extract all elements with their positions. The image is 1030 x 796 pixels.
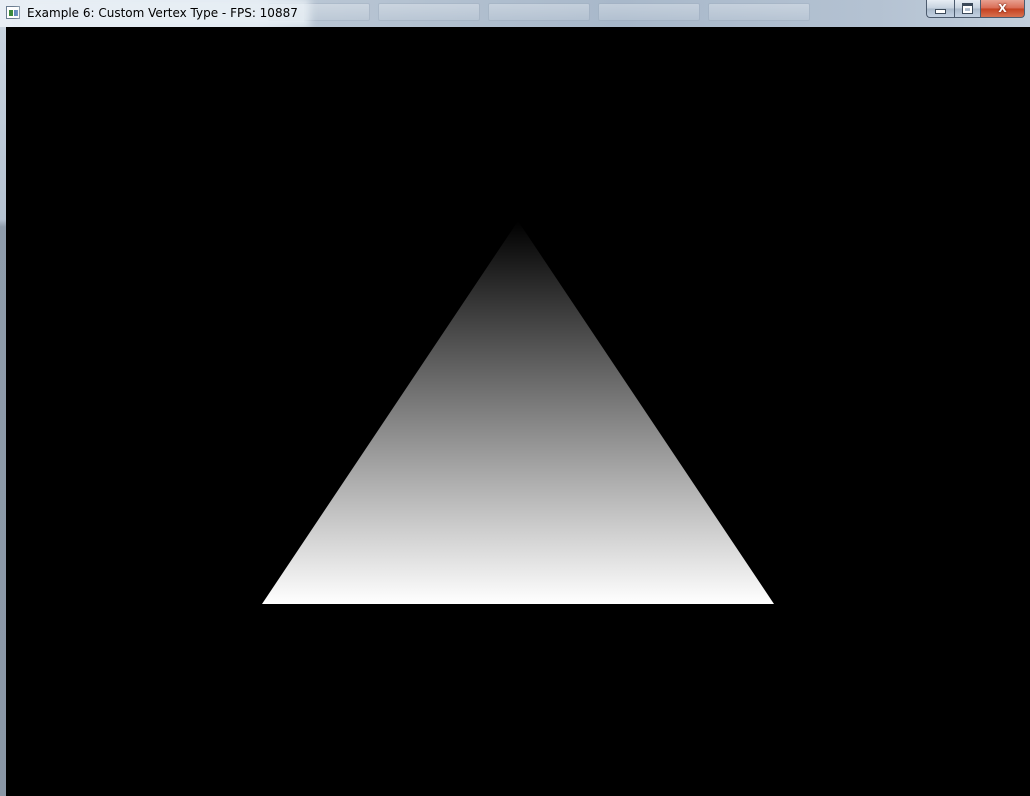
title-bar[interactable]: Example 6: Custom Vertex Type - FPS: 108… — [0, 0, 1030, 27]
app-icon[interactable] — [6, 6, 20, 19]
scene-canvas — [6, 27, 1030, 796]
render-viewport[interactable] — [6, 27, 1030, 796]
background-taskbar-ghost — [268, 3, 908, 21]
maximize-button[interactable] — [954, 0, 980, 18]
ghost-tab — [598, 3, 700, 21]
app-window: Example 6: Custom Vertex Type - FPS: 108… — [0, 0, 1030, 796]
close-icon: X — [998, 2, 1007, 15]
ghost-tab — [708, 3, 810, 21]
minimize-button[interactable] — [926, 0, 954, 18]
window-title: Example 6: Custom Vertex Type - FPS: 108… — [27, 4, 304, 22]
ghost-tab — [378, 3, 480, 21]
maximize-icon — [962, 3, 973, 14]
ghost-tab — [488, 3, 590, 21]
window-controls: X — [926, 0, 1030, 20]
close-button[interactable]: X — [980, 0, 1025, 18]
minimize-icon — [935, 9, 946, 14]
